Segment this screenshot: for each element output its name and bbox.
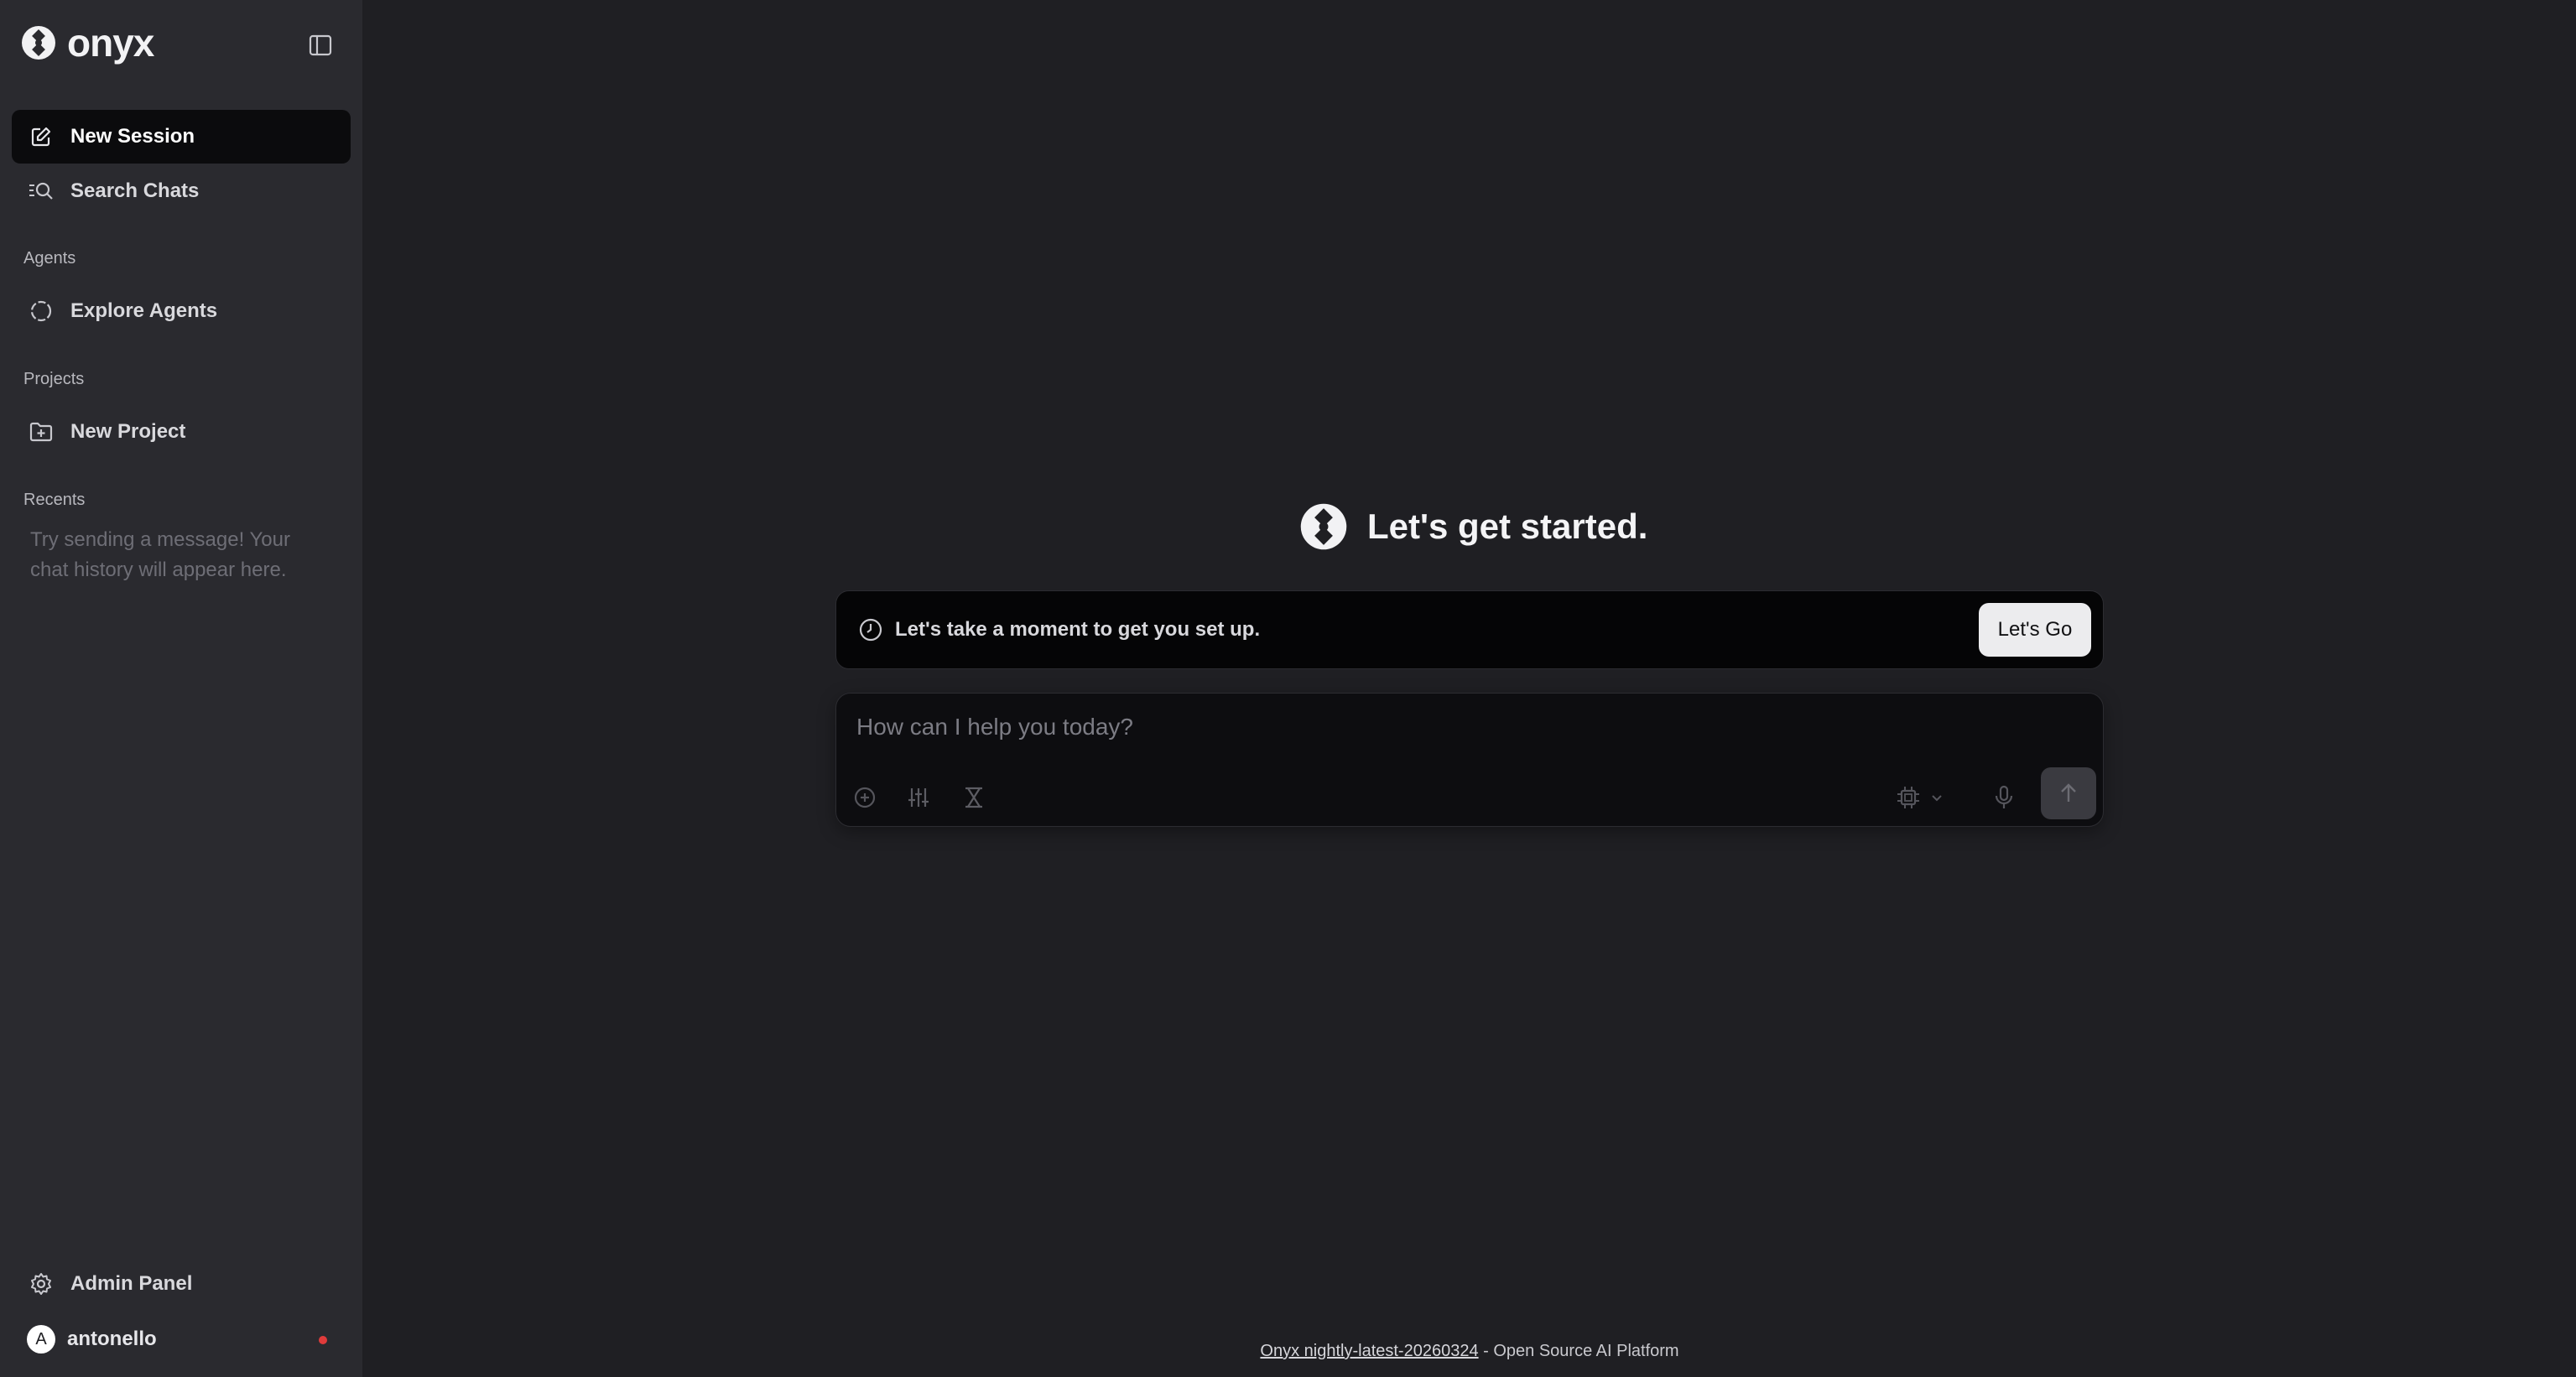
edit-icon — [29, 124, 54, 149]
footer: Onyx nightly-latest-20260324 - Open Sour… — [877, 1342, 2062, 1361]
brand-name: onyx — [67, 21, 154, 65]
gear-icon — [29, 1271, 54, 1296]
chat-composer: How can I help you today? — [835, 693, 2104, 827]
new-session-label: New Session — [70, 125, 195, 148]
avatar: A — [27, 1325, 55, 1354]
arrow-up-icon — [2061, 783, 2076, 802]
admin-panel-button[interactable]: Admin Panel — [12, 1257, 351, 1311]
chevron-down-icon — [1932, 795, 1942, 802]
microphone-button[interactable] — [1989, 782, 2019, 813]
explore-agents-label: Explore Agents — [70, 299, 218, 322]
lets-go-button[interactable]: Let's Go — [1979, 603, 2091, 657]
new-project-label: New Project — [70, 420, 186, 443]
sidebar: onyx New Session Search Chats Agents Exp… — [0, 0, 362, 1377]
clock-icon — [859, 618, 882, 642]
chip-icon — [1897, 787, 1919, 808]
onyx-logo-icon — [22, 26, 55, 60]
section-label-projects: Projects — [23, 370, 85, 388]
hero-header: Let's get started. — [1298, 500, 1647, 553]
notification-dot — [319, 1336, 327, 1344]
model-selector[interactable] — [1886, 782, 1954, 813]
hourglass-icon — [965, 787, 982, 808]
sidebar-toggle-button[interactable] — [304, 30, 337, 60]
section-label-recents: Recents — [23, 491, 86, 509]
folder-plus-icon — [29, 419, 54, 444]
onyx-logo-icon — [1300, 503, 1347, 550]
sliders-icon — [908, 788, 929, 807]
plus-circle-icon — [854, 787, 876, 808]
user-menu[interactable]: A antonello — [12, 1312, 351, 1366]
agents-circle-icon — [29, 299, 54, 324]
user-name: antonello — [67, 1328, 157, 1350]
section-label-agents: Agents — [23, 249, 76, 268]
recents-empty-message: Try sending a message! Your chat history… — [30, 528, 290, 581]
app-root: onyx New Session Search Chats Agents Exp… — [0, 0, 2576, 1377]
new-project-button[interactable]: New Project — [12, 405, 351, 459]
search-icon — [29, 179, 54, 204]
timer-button[interactable] — [959, 782, 989, 813]
search-chats-label: Search Chats — [70, 179, 200, 202]
options-button[interactable] — [903, 782, 934, 813]
new-session-button[interactable]: New Session — [12, 110, 351, 164]
setup-banner: Let's take a moment to get you set up. L… — [835, 590, 2104, 669]
explore-agents-button[interactable]: Explore Agents — [12, 284, 351, 338]
hero-title: Let's get started. — [1367, 507, 1648, 546]
message-input[interactable]: How can I help you today? — [856, 714, 1133, 740]
microphone-icon — [1995, 785, 2013, 808]
setup-text: Let's take a moment to get you set up. — [895, 618, 1261, 641]
send-button[interactable] — [2041, 767, 2096, 819]
main-area: Let's get started. Let's take a moment t… — [362, 0, 2576, 1377]
search-chats-button[interactable]: Search Chats — [12, 164, 351, 218]
version-link[interactable]: Onyx nightly-latest-20260324 — [1260, 1342, 1478, 1360]
footer-suffix: - Open Source AI Platform — [1478, 1342, 1679, 1360]
attach-button[interactable] — [850, 782, 880, 813]
sidebar-toggle-icon — [309, 34, 332, 56]
admin-panel-label: Admin Panel — [70, 1272, 193, 1295]
brand[interactable]: onyx — [20, 20, 154, 65]
